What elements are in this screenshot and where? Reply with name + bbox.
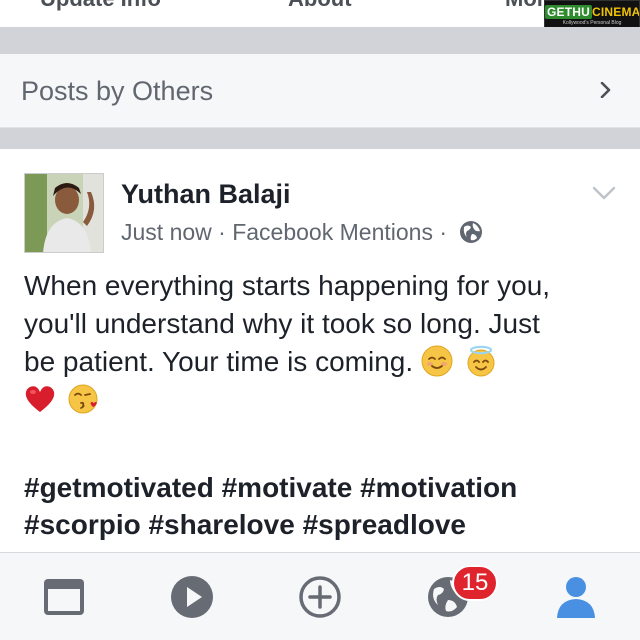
- post-text-line: you'll understand why it took so long. J…: [24, 308, 540, 339]
- hashtag-line[interactable]: #getmotivated #motivate #motivation: [24, 469, 624, 506]
- bottom-tab-bar: [0, 552, 640, 640]
- watermark-brand-c: CINEMA: [592, 5, 640, 19]
- watermark-tagline: Kollywood's Personal Blog: [562, 20, 622, 26]
- post-hashtags: #getmotivated #motivate #motivation #sco…: [24, 469, 624, 543]
- post-text-line: be patient. Your time is coming.: [24, 346, 414, 377]
- news-feed-icon[interactable]: [42, 575, 86, 619]
- section-divider: [0, 128, 640, 149]
- chevron-down-icon[interactable]: [592, 185, 616, 201]
- tab-about[interactable]: About: [288, 0, 352, 12]
- create-post-icon[interactable]: [298, 575, 342, 619]
- watermark-brand-g: GETHU: [545, 5, 592, 19]
- tab-update-info[interactable]: Update Info: [40, 0, 161, 12]
- red-heart-emoji-icon: [25, 386, 55, 412]
- kissing-face-emoji-icon: [68, 384, 98, 414]
- profile-tab-icon[interactable]: [554, 575, 598, 619]
- post-text-line: When everything starts happening for you…: [24, 270, 551, 301]
- chevron-right-icon: [600, 82, 611, 98]
- globe-icon: [460, 221, 483, 243]
- meta-separator: ·: [218, 219, 226, 245]
- hashtag-line[interactable]: #scorpio #sharelove #spreadlove: [24, 506, 624, 543]
- post-source[interactable]: Facebook Mentions: [232, 219, 433, 245]
- posts-by-others-label: Posts by Others: [21, 76, 214, 106]
- posts-by-others-row[interactable]: Posts by Others: [0, 54, 640, 128]
- post-timestamp[interactable]: Just now: [121, 219, 212, 245]
- profile-photo: [25, 174, 103, 252]
- meta-separator: ·: [439, 219, 448, 245]
- post-card: Yuthan Balaji Just now · Facebook Mentio…: [0, 149, 640, 552]
- post-meta: Just now · Facebook Mentions ·: [121, 219, 483, 246]
- notifications-count-badge: 15: [452, 565, 498, 601]
- smiling-face-emoji-icon: [421, 345, 453, 377]
- avatar[interactable]: [24, 173, 104, 253]
- watch-video-icon[interactable]: [170, 575, 214, 619]
- section-divider: [0, 27, 640, 54]
- post-body: When everything starts happening for you…: [24, 267, 624, 419]
- post-author-name[interactable]: Yuthan Balaji: [121, 179, 291, 210]
- halo-face-emoji-icon: [467, 345, 495, 377]
